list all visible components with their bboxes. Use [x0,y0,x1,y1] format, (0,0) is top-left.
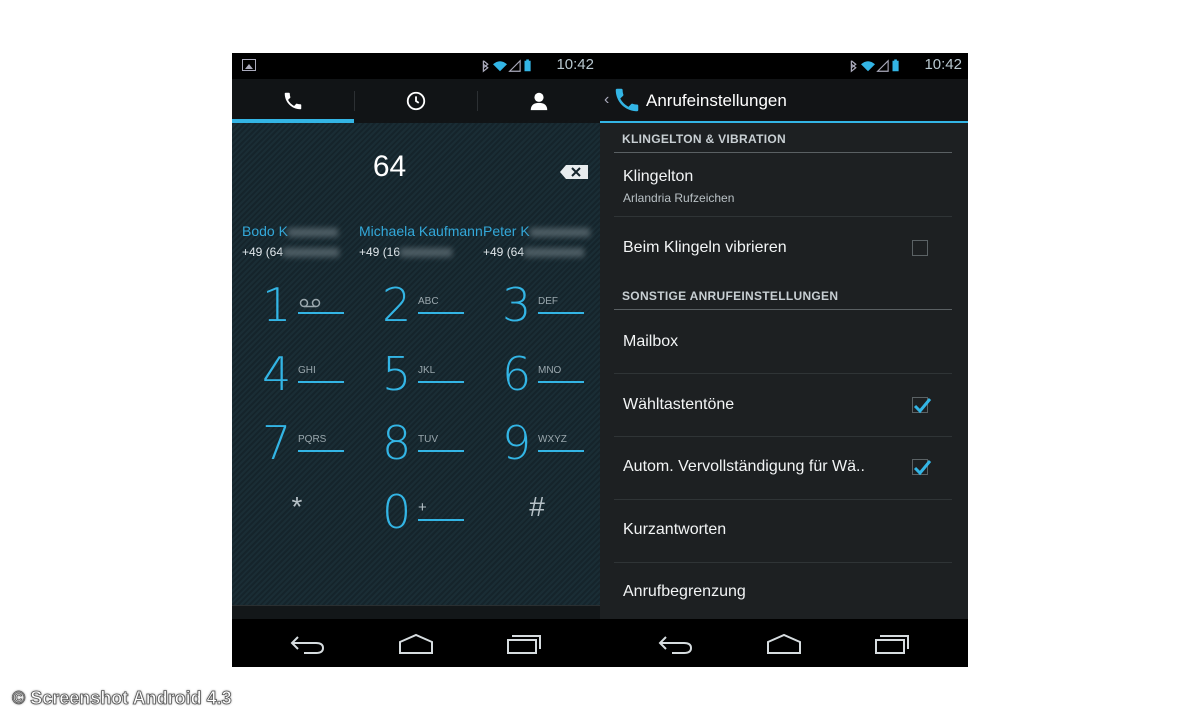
bluetooth-icon [482,60,489,73]
tab-phone[interactable] [232,79,354,123]
home-icon[interactable] [766,633,802,655]
contact-suggestion[interactable]: Michaela Kaufmann +49 (16 [359,223,483,259]
back-icon[interactable] [658,633,694,655]
setting-mailbox[interactable]: Mailbox [614,311,952,373]
key-7[interactable]: 7 PQRS [242,416,352,476]
back-icon[interactable] [290,633,326,655]
bluetooth-icon [850,60,857,73]
clock-icon [406,91,426,111]
recent-apps-icon[interactable] [874,633,910,655]
setting-call-limit[interactable]: Anrufbegrenzung [614,563,952,619]
person-icon [530,92,548,111]
phone-icon [284,92,302,110]
key-hash[interactable]: # [482,485,592,545]
checkmark-icon [913,460,932,476]
navigation-bar [232,619,600,667]
recent-apps-icon[interactable] [506,633,542,655]
up-caret-icon[interactable]: ‹ [604,91,609,109]
call-settings-screen: 10:42 ‹ Anrufeinstellungen KLINGELTON & … [600,53,968,667]
backspace-icon[interactable] [560,165,588,179]
setting-quick-responses[interactable]: Kurzantworten [614,500,952,562]
signal-icon [508,59,521,72]
status-icons [850,59,899,73]
tab-call-log[interactable] [355,79,477,123]
status-bar: 10:42 [600,53,968,79]
clock: 10:42 [924,56,962,73]
voicemail-icon [299,298,321,308]
vibrate-checkbox[interactable] [912,240,928,256]
navigation-bar [600,619,968,667]
key-8[interactable]: 8 TUV [362,416,472,476]
wifi-icon [861,61,875,72]
dialer-tabs [232,79,600,124]
setting-vibrate-on-ring[interactable]: Beim Klingeln vibrieren [614,217,952,279]
page-title: Anrufeinstellungen [646,91,787,110]
status-icons [482,59,531,73]
autocomplete-checkbox[interactable] [912,459,932,476]
dial-tones-checkbox[interactable] [912,397,932,414]
key-6[interactable]: 6 MNO [482,347,592,407]
key-2[interactable]: 2 ABC [362,278,472,338]
home-icon[interactable] [398,633,434,655]
key-5[interactable]: 5 JKL [362,347,472,407]
battery-icon [524,59,531,72]
checkmark-icon [913,398,932,414]
clock: 10:42 [556,56,594,73]
battery-icon [892,59,899,72]
gallery-notification-icon [242,59,256,71]
status-bar: 10:42 [232,53,600,79]
contact-suggestion[interactable]: Bodo K +49 (64 [242,223,364,259]
action-bar: ‹ Anrufeinstellungen [600,79,968,123]
key-1[interactable]: 1 [242,278,352,338]
section-header-other: SONSTIGE ANRUFEINSTELLUNGEN [622,289,839,303]
image-credit: © Screenshot Android 4.3 [12,688,232,709]
phone-app-icon[interactable] [612,85,642,115]
key-star[interactable]: * [242,485,352,545]
key-0[interactable]: 0 + [362,485,472,545]
dialer-screen: 10:42 64 Bodo K +49 (64 Michaela Kaufman… [232,53,600,667]
setting-autocomplete[interactable]: Autom. Vervollständigung für Wä.. [614,437,952,499]
tab-contacts[interactable] [478,79,600,123]
key-9[interactable]: 9 WXYZ [482,416,592,476]
key-4[interactable]: 4 GHI [242,347,352,407]
signal-icon [876,59,889,72]
wifi-icon [493,61,507,72]
contact-suggestion[interactable]: Peter K +49 (64 [483,223,600,259]
dialed-number: 64 [372,150,407,183]
setting-ringtone[interactable]: Klingelton Arlandria Rufzeichen [614,154,952,216]
key-3[interactable]: 3 DEF [482,278,592,338]
setting-dial-tones[interactable]: Wähltastentöne [614,374,952,436]
section-header-ringtone: KLINGELTON & VIBRATION [622,132,786,146]
